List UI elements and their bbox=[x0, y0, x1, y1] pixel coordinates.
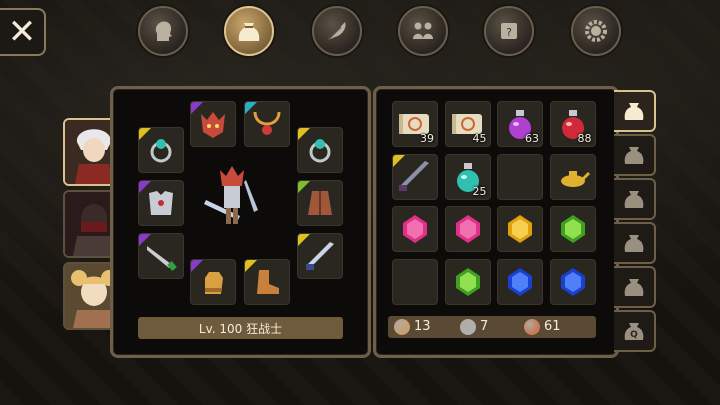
copper-count: 61 bbox=[544, 319, 561, 334]
item-quantity: 88 bbox=[577, 132, 592, 145]
teal-ring-icon bbox=[309, 139, 331, 163]
equip-slot-cape[interactable] bbox=[297, 180, 343, 226]
tab-settings[interactable] bbox=[571, 6, 621, 56]
equip-slot-weapon[interactable] bbox=[138, 233, 184, 279]
bag-icon bbox=[624, 147, 644, 164]
gear-icon bbox=[585, 20, 607, 42]
bag-icon bbox=[624, 191, 644, 208]
equip-slot-offhand[interactable] bbox=[297, 233, 343, 279]
equip-slot-necklace[interactable] bbox=[244, 101, 290, 147]
bag-icon bbox=[624, 235, 644, 252]
leather-cape-icon bbox=[308, 191, 332, 215]
tab-party[interactable] bbox=[398, 6, 448, 56]
inventory-slot[interactable] bbox=[497, 153, 543, 200]
character-sprite bbox=[204, 166, 258, 224]
item-quantity: 25 bbox=[472, 184, 487, 198]
inventory-slot[interactable] bbox=[497, 206, 543, 252]
copper-coin-icon bbox=[524, 319, 540, 335]
blue-gem-icon bbox=[560, 267, 585, 296]
teal-ring-icon bbox=[150, 139, 172, 163]
tab-quests[interactable]: ? bbox=[484, 6, 534, 56]
gold-coin-icon bbox=[394, 319, 410, 335]
blue-gem-icon bbox=[508, 267, 532, 296]
inventory-slot[interactable] bbox=[549, 258, 596, 305]
inventory-slot[interactable] bbox=[549, 206, 596, 252]
bag-tab-quest[interactable]: Q bbox=[614, 310, 656, 352]
magic-lamp-icon bbox=[560, 170, 590, 187]
inventory-slot[interactable]: 25 bbox=[444, 153, 491, 200]
equip-slot-ring-left[interactable] bbox=[138, 127, 184, 173]
quest-scroll-icon: ? bbox=[501, 23, 517, 39]
greatsword-icon bbox=[306, 242, 334, 270]
pink-gem-icon bbox=[455, 215, 480, 243]
bag-icon bbox=[624, 103, 644, 120]
tab-inventory[interactable] bbox=[224, 6, 274, 56]
quest-bag-label: Q bbox=[630, 330, 638, 340]
green-gem-icon bbox=[455, 267, 480, 296]
inventory-slot[interactable] bbox=[392, 258, 438, 305]
bag-tab-4[interactable] bbox=[614, 222, 656, 264]
dark-sword-icon bbox=[147, 246, 177, 271]
equip-slot-helmet[interactable] bbox=[190, 101, 236, 147]
bronze-boots-icon bbox=[257, 270, 279, 294]
dragon-helmet-icon bbox=[201, 112, 225, 138]
equip-slot-armor[interactable] bbox=[138, 180, 184, 226]
tab-character[interactable] bbox=[138, 6, 188, 56]
party-icon bbox=[413, 22, 433, 39]
inventory-slot[interactable]: 88 bbox=[549, 101, 596, 147]
item-quantity: 39 bbox=[420, 132, 434, 145]
bag-tab-2[interactable] bbox=[614, 134, 656, 176]
equip-slot-ring-right[interactable] bbox=[297, 127, 343, 173]
inventory-slot[interactable] bbox=[392, 206, 438, 252]
quest-bag-icon: Q bbox=[624, 323, 644, 340]
skill-feather-icon bbox=[327, 22, 346, 41]
ruby-necklace-icon bbox=[253, 111, 281, 135]
inventory-slot[interactable]: 39 bbox=[392, 101, 438, 147]
item-quantity: 45 bbox=[472, 132, 487, 145]
bag-tab-3[interactable] bbox=[614, 178, 656, 220]
inventory-slot[interactable]: 63 bbox=[497, 101, 543, 147]
character-level-label: Lv. 100 狂战士 bbox=[138, 317, 343, 339]
gold-count: 13 bbox=[414, 319, 431, 334]
inventory-slot[interactable] bbox=[497, 258, 543, 305]
item-quantity: 63 bbox=[525, 132, 539, 145]
svg-text:?: ? bbox=[506, 26, 512, 39]
inventory-slot[interactable] bbox=[392, 153, 438, 200]
silver-armor-icon bbox=[149, 191, 173, 215]
bag-icon bbox=[238, 23, 260, 41]
equip-slot-boots[interactable] bbox=[244, 259, 290, 305]
pink-gem-icon bbox=[403, 215, 427, 243]
bag-tab-5[interactable] bbox=[614, 266, 656, 308]
inventory-slot[interactable] bbox=[549, 153, 596, 200]
inventory-slot[interactable] bbox=[444, 258, 491, 305]
bag-icon bbox=[624, 279, 644, 296]
silver-count: 7 bbox=[480, 319, 489, 334]
inventory-slot[interactable] bbox=[444, 206, 491, 252]
head-icon bbox=[155, 21, 172, 41]
golden-gloves-icon bbox=[205, 272, 223, 294]
yellow-gem-icon bbox=[508, 215, 532, 243]
close-button[interactable]: ✕ bbox=[0, 8, 46, 56]
silver-coin-icon bbox=[460, 319, 476, 335]
tab-skills[interactable] bbox=[312, 6, 362, 56]
bag-tab-1[interactable] bbox=[614, 90, 656, 132]
equip-slot-gloves[interactable] bbox=[190, 259, 236, 305]
currency-bar: 13 7 61 bbox=[388, 316, 596, 338]
green-gem-icon bbox=[560, 215, 585, 243]
inventory-slot[interactable]: 45 bbox=[444, 101, 491, 147]
greatsword-icon bbox=[399, 160, 429, 191]
